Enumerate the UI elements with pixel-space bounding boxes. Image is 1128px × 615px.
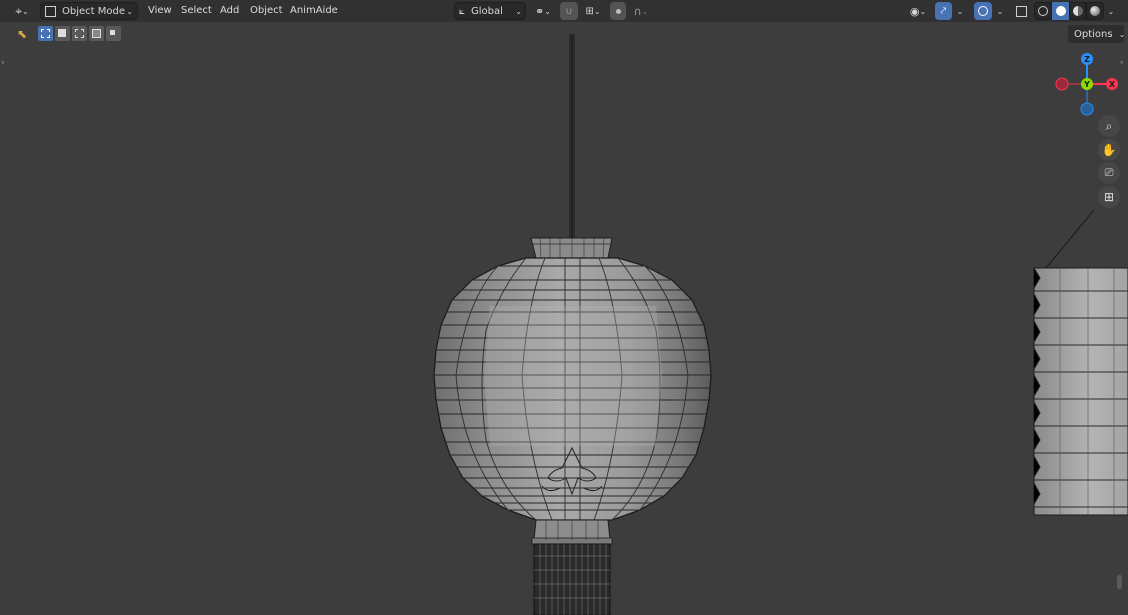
editor-type-icon: ⌖ — [15, 3, 23, 18]
zoom-icon: ⌕ — [1105, 118, 1113, 133]
snap-increment-icon: ⊞ — [585, 5, 594, 17]
visibility-button[interactable]: ◉ ⌄ — [904, 2, 932, 20]
select-tool-button[interactable]: ⬉ — [12, 25, 32, 43]
shading-solid-button[interactable] — [1052, 2, 1069, 20]
select-mode-extend[interactable] — [55, 26, 70, 41]
rendered-shading-icon — [1090, 6, 1100, 16]
chevron-down-icon: ⌄ — [126, 6, 133, 16]
pivot-point-button[interactable]: ⚭ ⌄ — [530, 2, 556, 20]
chevron-down-icon: ⌄ — [956, 6, 964, 16]
navigation-gizmo[interactable]: Z X Y — [1052, 49, 1122, 119]
shading-options-dropdown[interactable]: ⌄ — [1104, 2, 1118, 20]
xray-icon — [1015, 5, 1027, 17]
material-shading-icon — [1072, 6, 1083, 16]
options-dropdown[interactable]: Options ⌄ — [1068, 25, 1126, 43]
chevron-down-icon: ⌄ — [1107, 6, 1115, 16]
camera-view-button[interactable]: ⎚ — [1098, 162, 1120, 184]
gizmo-icon: ⤤ — [940, 5, 947, 17]
shading-wireframe-button[interactable] — [1034, 2, 1052, 20]
overlays-dropdown[interactable]: ⌄ — [993, 2, 1007, 20]
axis-x-label: X — [1109, 80, 1116, 89]
snap-magnet-icon: ∪ — [565, 5, 573, 17]
camera-icon: ⎚ — [1104, 166, 1114, 179]
menu-view[interactable]: View — [148, 4, 172, 18]
select-invert-icon — [92, 29, 101, 38]
lantern-bottom-cap — [531, 519, 613, 545]
wireframe-shading-icon — [1038, 6, 1048, 16]
gizmo-dropdown[interactable]: ⌄ — [953, 2, 967, 20]
editor-type-button[interactable]: ⌖ ⌄ — [8, 2, 36, 20]
chevron-down-icon: ⌄ — [544, 6, 551, 16]
snap-target-button[interactable]: ⊞ ⌄ — [580, 2, 606, 20]
menu-object[interactable]: Object — [250, 4, 283, 18]
viewport-header: ⌖ ⌄ Object Mode ⌄ View Select Add Object … — [0, 0, 1128, 22]
menu-animaide[interactable]: AnimAide — [290, 4, 338, 18]
viewport-scrollbar[interactable] — [1117, 575, 1122, 589]
xray-toggle[interactable] — [1012, 2, 1030, 20]
overlays-toggle[interactable] — [974, 2, 992, 20]
ortho-toggle-button[interactable]: ⊞ — [1098, 186, 1120, 208]
menu-add[interactable]: Add — [220, 4, 239, 18]
mode-dropdown[interactable]: Object Mode ⌄ — [40, 2, 138, 20]
select-mode-invert[interactable] — [89, 26, 104, 41]
chevron-down-icon: ⌄ — [641, 6, 649, 16]
select-mode-intersect[interactable] — [106, 26, 121, 41]
hand-pan-icon: ✋ — [1101, 143, 1117, 157]
axis-y-label: Y — [1083, 80, 1090, 89]
shading-material-button[interactable] — [1069, 2, 1086, 20]
lantern-top-cap — [530, 237, 613, 259]
scene-canvas[interactable] — [0, 0, 1128, 615]
proportional-edit-icon — [615, 8, 621, 14]
snap-toggle[interactable]: ∪ — [560, 2, 578, 20]
lantern-body — [433, 257, 712, 521]
orientation-dropdown[interactable]: ⟀ Global ⌄ — [454, 2, 526, 20]
second-lantern — [1033, 209, 1128, 516]
eye-visibility-icon: ◉ — [909, 4, 920, 18]
menu-select[interactable]: Select — [181, 4, 212, 18]
shading-rendered-button[interactable] — [1086, 2, 1104, 20]
chevron-down-icon: ⌄ — [515, 6, 522, 16]
toolbar-expand-arrow[interactable]: › — [1, 58, 5, 68]
select-mode-subtract[interactable] — [72, 26, 87, 41]
gizmo-toggle[interactable]: ⤤ — [935, 2, 952, 20]
chevron-down-icon: ⌄ — [996, 6, 1004, 16]
select-mode-new[interactable] — [38, 26, 53, 41]
select-new-icon — [41, 29, 50, 38]
options-label: Options — [1074, 28, 1113, 40]
select-extend-icon — [58, 29, 66, 37]
chevron-down-icon: ⌄ — [1118, 29, 1126, 39]
axis-z-label: Z — [1084, 55, 1090, 64]
falloff-curve-icon: ∩ — [633, 4, 642, 18]
object-mode-icon — [45, 5, 56, 17]
cursor-select-icon: ⬉ — [16, 27, 28, 41]
proportional-edit-toggle[interactable] — [610, 2, 626, 20]
overlays-icon — [978, 6, 988, 16]
chevron-down-icon: ⌄ — [22, 6, 29, 16]
falloff-button[interactable]: ∩ ⌄ — [628, 2, 654, 20]
select-intersect-icon — [110, 30, 115, 35]
orientation-icon: ⟀ — [459, 5, 465, 17]
chevron-down-icon: ⌄ — [919, 6, 927, 16]
orientation-label: Global — [471, 5, 503, 17]
axis-neg-z-handle[interactable] — [1080, 102, 1094, 116]
3d-viewport[interactable]: ⌖ ⌄ Object Mode ⌄ View Select Add Object … — [0, 0, 1128, 615]
solid-shading-icon — [1055, 6, 1066, 16]
zoom-button[interactable]: ⌕ — [1098, 115, 1120, 137]
select-subtract-icon — [75, 29, 84, 38]
axis-neg-x-handle[interactable] — [1055, 77, 1069, 91]
lantern-tassel — [533, 543, 611, 615]
grid-ortho-icon: ⊞ — [1103, 190, 1115, 204]
pan-button[interactable]: ✋ — [1098, 139, 1120, 161]
mode-label: Object Mode — [62, 5, 125, 17]
transform-pivot-icon: ⚭ — [535, 4, 545, 18]
chevron-down-icon: ⌄ — [593, 6, 601, 16]
